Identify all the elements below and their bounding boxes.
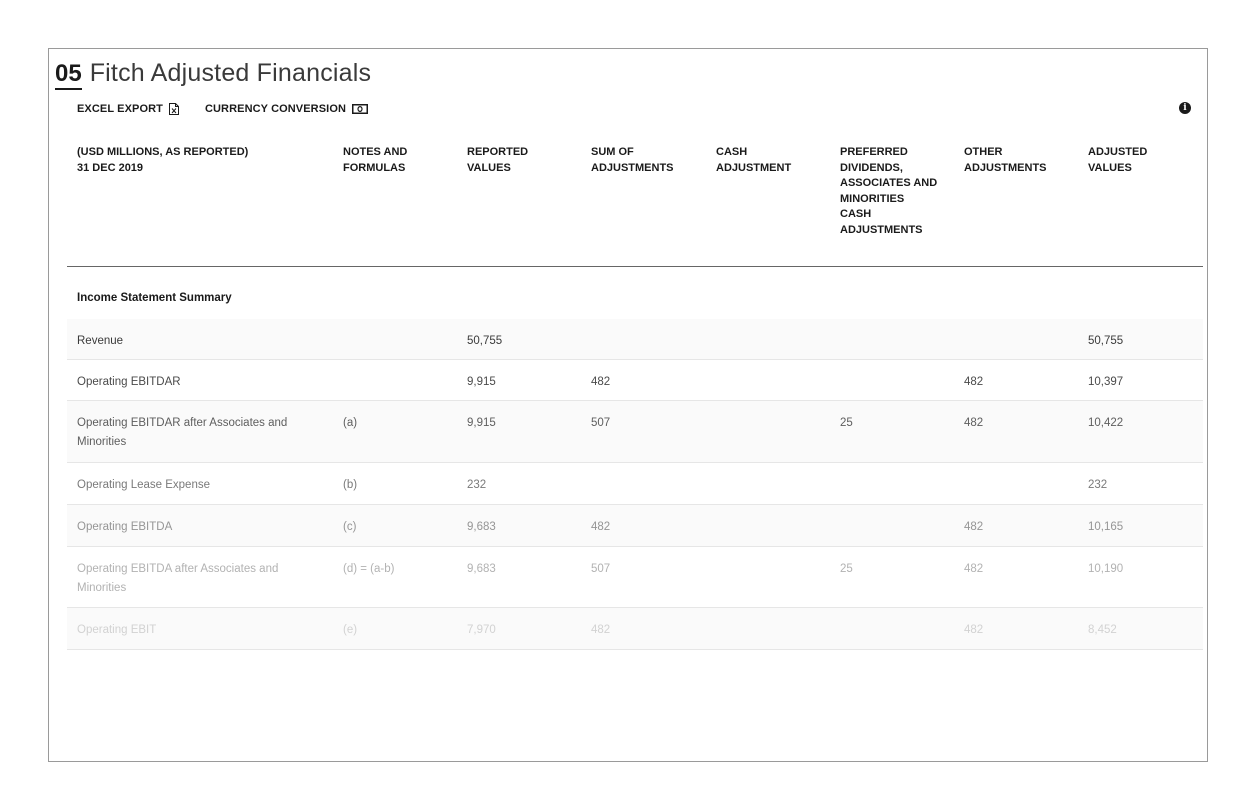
excel-export-button[interactable]: EXCEL EXPORT: [77, 103, 179, 115]
fitch-adjusted-financials-panel: 05 Fitch Adjusted Financials EXCEL EXPOR…: [48, 48, 1208, 762]
currency-conversion-button[interactable]: CURRENCY CONVERSION: [204, 103, 369, 115]
header-cash-adjustment: CASH ADJUSTMENT: [716, 146, 792, 174]
row-note: (b): [343, 479, 358, 491]
row-label: Revenue: [77, 335, 124, 347]
table-row: Operating Lease Expense (b) 232 232: [67, 463, 1203, 505]
sum-of-adjustments-value: 507: [591, 563, 611, 575]
header-reported-values: REPORTED VALUES: [467, 146, 529, 174]
row-label: Operating EBIT: [77, 624, 157, 636]
adjusted-value: 8,452: [1088, 624, 1117, 636]
other-adjustments-value: 482: [964, 563, 984, 575]
reported-value: 9,915: [467, 376, 496, 388]
other-adjustments-value: 482: [964, 376, 984, 388]
currency-conversion-label: CURRENCY CONVERSION: [204, 103, 347, 115]
table-row: Revenue 50,755 50,755: [67, 319, 1203, 360]
header-period: (USD MILLIONS, AS REPORTED) 31 DEC 2019: [77, 146, 249, 174]
other-adjustments-value: 482: [964, 521, 984, 533]
table-row: Operating EBIT (e) 7,970 482 482 8,452: [67, 608, 1203, 650]
reported-value: 232: [467, 479, 487, 491]
table-row: Operating EBITDAR 9,915 482 482 10,397: [67, 360, 1203, 401]
table-body: Revenue 50,755 50,755 Operating EBITDAR 9,91…: [67, 319, 1203, 650]
row-note: (a): [343, 417, 358, 429]
adjusted-value: 10,165: [1088, 521, 1124, 533]
section-number: 05: [55, 61, 82, 90]
sum-of-adjustments-value: 482: [591, 624, 611, 636]
table-header: (USD MILLIONS, AS REPORTED) 31 DEC 2019 N…: [67, 145, 1203, 267]
preferred-adjustment-value: 25: [840, 417, 853, 429]
header-sum-of-adjustments: SUM OF ADJUSTMENTS: [591, 146, 674, 174]
other-adjustments-value: 482: [964, 624, 984, 636]
table-row: Operating EBITDA (c) 9,683 482 482 10,165: [67, 505, 1203, 547]
adjusted-value: 10,397: [1088, 376, 1124, 388]
reported-value: 9,683: [467, 521, 496, 533]
row-note: (c): [343, 521, 357, 533]
table-row: Operating EBITDAR after Associates and M…: [67, 401, 1203, 463]
row-label: Operating EBITDA: [77, 521, 173, 533]
sum-of-adjustments-value: 507: [591, 417, 611, 429]
info-icon[interactable]: i: [1179, 102, 1191, 114]
reported-value: 50,755: [467, 335, 503, 347]
excel-file-icon: [168, 103, 179, 115]
banknote-icon: [352, 104, 369, 114]
row-label: Operating EBITDA after Associates and Mi…: [77, 563, 279, 594]
other-adjustments-value: 482: [964, 417, 984, 429]
row-label: Operating Lease Expense: [77, 479, 210, 491]
preferred-adjustment-value: 25: [840, 563, 853, 575]
header-notes: NOTES AND FORMULAS: [343, 146, 408, 174]
sum-of-adjustments-value: 482: [591, 376, 611, 388]
header-preferred-dividends: PREFERRED DIVIDENDS, ASSOCIATES AND MINORIT…: [840, 146, 938, 236]
row-note: (e): [343, 624, 358, 636]
reported-value: 9,915: [467, 417, 496, 429]
header-adjusted-values: ADJUSTED VALUES: [1088, 146, 1148, 174]
excel-export-label: EXCEL EXPORT: [77, 103, 163, 115]
table-row: Operating EBITDA after Associates and Mi…: [67, 547, 1203, 608]
section-header: 05 Fitch Adjusted Financials: [55, 59, 371, 90]
row-label: Operating EBITDAR: [77, 376, 181, 388]
adjusted-value: 50,755: [1088, 335, 1124, 347]
section-title: Fitch Adjusted Financials: [89, 59, 372, 87]
sum-of-adjustments-value: 482: [591, 521, 611, 533]
header-other-adjustments: OTHER ADJUSTMENTS: [964, 146, 1047, 174]
adjusted-value: 10,422: [1088, 417, 1124, 429]
reported-value: 9,683: [467, 563, 496, 575]
row-label: Operating EBITDAR after Associates and M…: [77, 417, 288, 448]
adjusted-value: 232: [1088, 479, 1108, 491]
income-statement-summary-label: Income Statement Summary: [77, 292, 232, 304]
row-note: (d) = (a-b): [343, 563, 395, 575]
toolbar: EXCEL EXPORT CURRENCY CONVERSION: [77, 103, 394, 115]
reported-value: 7,970: [467, 624, 496, 636]
adjusted-value: 10,190: [1088, 563, 1124, 575]
